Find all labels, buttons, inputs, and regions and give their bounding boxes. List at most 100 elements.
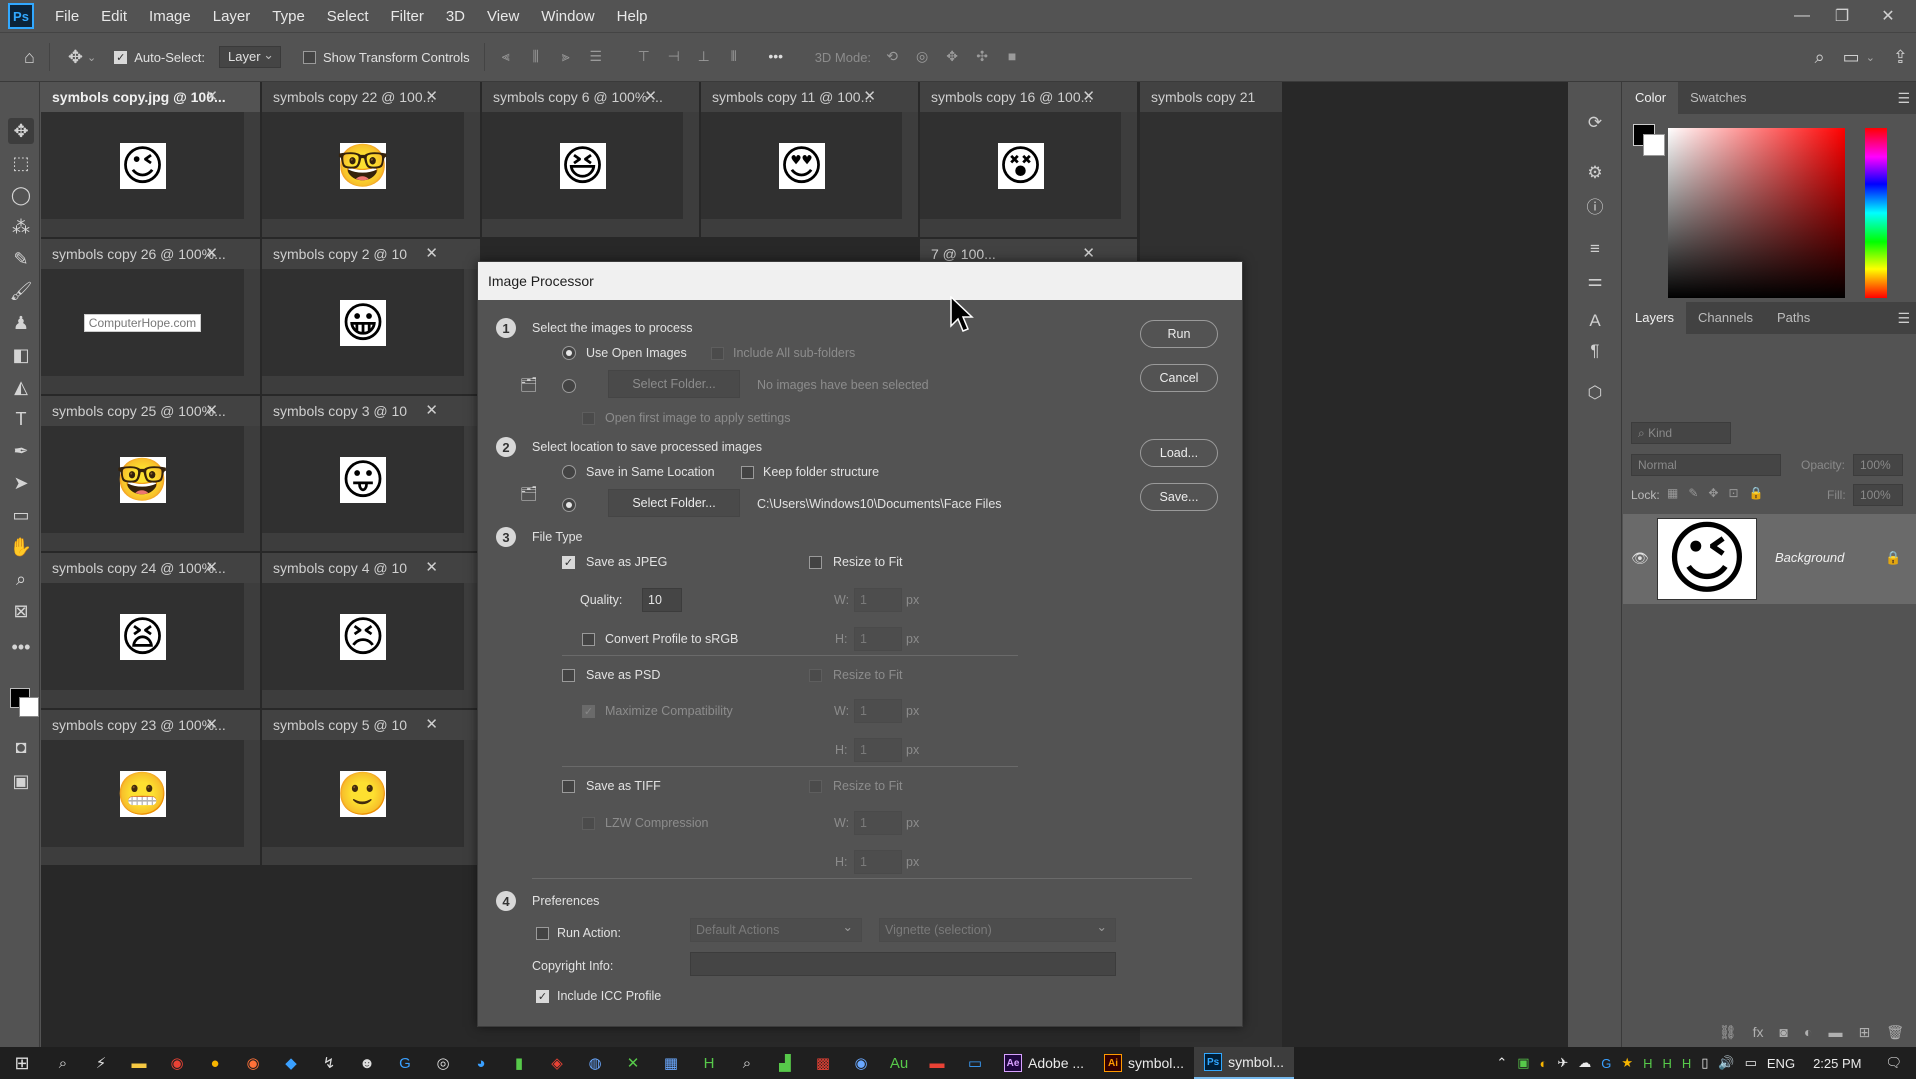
move-tool-icon[interactable]: ✥: [8, 118, 34, 144]
vertical-scrollbar[interactable]: [244, 269, 260, 376]
new-layer-icon[interactable]: ⊞: [1858, 1024, 1870, 1041]
document-tab[interactable]: symbols copy.jpg @ 100... ✕: [41, 82, 260, 112]
close-icon[interactable]: ✕: [1868, 2, 1908, 30]
align-top-icon[interactable]: ⊤: [635, 48, 653, 66]
trash-icon[interactable]: 🗑: [1886, 1024, 1904, 1041]
eye-icon[interactable]: 👁: [1631, 550, 1649, 567]
layer-filter-input[interactable]: ⌕ Kind: [1631, 422, 1731, 444]
jpeg-height-input[interactable]: 1: [854, 627, 902, 651]
chrome-icon[interactable]: ◉: [158, 1047, 196, 1079]
tiff-height-input[interactable]: 1: [854, 850, 902, 874]
document-tab[interactable]: symbols copy 21: [1140, 82, 1282, 112]
app-icon[interactable]: ◈: [538, 1047, 576, 1079]
menu-help[interactable]: Help: [606, 8, 659, 25]
close-tab-icon[interactable]: ✕: [425, 82, 438, 112]
document-window[interactable]: symbols copy 16 @ 100... ✕ 😵: [920, 82, 1137, 237]
3d-orbit-icon[interactable]: ⟲: [883, 48, 901, 66]
restore-icon[interactable]: ❐: [1822, 2, 1862, 30]
document-window[interactable]: symbols copy 4 @ 10 ✕ 😣: [262, 553, 480, 708]
document-window[interactable]: symbols copy 6 @ 100% ... ✕ 😆: [482, 82, 699, 237]
close-tab-icon[interactable]: ✕: [205, 396, 218, 426]
marquee-tool-icon[interactable]: ⬚: [8, 150, 34, 176]
more-options-icon[interactable]: •••: [767, 48, 785, 66]
app-icon[interactable]: ◆: [272, 1047, 310, 1079]
convert-srgb-checkbox[interactable]: [582, 633, 595, 646]
document-tab[interactable]: symbols copy 6 @ 100% ... ✕: [482, 82, 699, 112]
select-folder-source-radio[interactable]: [562, 379, 576, 393]
minimize-icon[interactable]: —: [1782, 2, 1822, 30]
menu-edit[interactable]: Edit: [90, 8, 138, 25]
tray-icon[interactable]: H: [1643, 1056, 1652, 1071]
distribute-icon[interactable]: ☰: [587, 48, 605, 66]
align-middle-icon[interactable]: ⊣: [665, 48, 683, 66]
clock[interactable]: 2:25 PM: [1813, 1056, 1861, 1071]
path-select-icon[interactable]: ➤: [8, 470, 34, 496]
close-tab-icon[interactable]: ✕: [425, 396, 438, 426]
network-icon[interactable]: ▭: [1745, 1055, 1757, 1071]
taskbar-app-ps[interactable]: Ps symbol...: [1194, 1047, 1295, 1079]
document-tab[interactable]: symbols copy 23 @ 100%... ✕: [41, 710, 260, 740]
tiff-width-input[interactable]: 1: [854, 811, 902, 835]
keep-folder-structure-checkbox[interactable]: [741, 466, 754, 479]
tab-layers[interactable]: Layers: [1623, 302, 1687, 334]
tab-channels[interactable]: Channels: [1686, 302, 1765, 334]
horizontal-scrollbar[interactable]: [41, 690, 260, 708]
action-dropdown[interactable]: Vignette (selection): [879, 916, 1116, 942]
vertical-scrollbar[interactable]: [244, 426, 260, 533]
document-window[interactable]: symbols copy 25 @ 100%... ✕ 🤓: [41, 396, 260, 551]
horizontal-scrollbar[interactable]: [41, 219, 260, 237]
app-icon[interactable]: ▟: [766, 1047, 804, 1079]
fx-icon[interactable]: fx: [1753, 1024, 1764, 1040]
app-icon[interactable]: ▩: [804, 1047, 842, 1079]
app-icon[interactable]: G: [386, 1047, 424, 1079]
3d-slide-icon[interactable]: ✣: [973, 48, 991, 66]
document-tab[interactable]: symbols copy 3 @ 10 ✕: [262, 396, 480, 426]
screen-mode-icon[interactable]: ▣: [8, 768, 34, 794]
horizontal-scrollbar[interactable]: [701, 219, 918, 237]
panel-menu-icon[interactable]: ☰: [1897, 90, 1910, 107]
show-transform-checkbox[interactable]: [303, 50, 317, 64]
run-button[interactable]: Run: [1140, 320, 1218, 348]
document-window[interactable]: symbols copy 23 @ 100%... ✕ 😬: [41, 710, 260, 865]
adjustment-layer-icon[interactable]: ◐: [1804, 1024, 1812, 1040]
app-icon[interactable]: ◍: [576, 1047, 614, 1079]
move-tool-icon[interactable]: ✥: [68, 47, 83, 68]
horizontal-scrollbar[interactable]: [262, 533, 480, 551]
close-tab-icon[interactable]: ✕: [205, 82, 218, 112]
horizontal-scrollbar[interactable]: [41, 533, 260, 551]
group-icon[interactable]: ▬: [1828, 1024, 1842, 1040]
document-window[interactable]: symbols copy 3 @ 10 ✕ 😛: [262, 396, 480, 551]
align-center-icon[interactable]: ⫼: [527, 48, 545, 66]
auto-select-checkbox[interactable]: ✓: [114, 50, 128, 64]
pen-tool-icon[interactable]: ✒: [8, 438, 34, 464]
paragraph-icon[interactable]: ¶: [1582, 338, 1608, 364]
layer-row-background[interactable]: 👁 😉 Background 🔒: [1623, 514, 1916, 604]
save-psd-checkbox[interactable]: [562, 669, 575, 682]
zoom-tool-icon[interactable]: ⌕: [8, 566, 34, 592]
taskbar-app-ae[interactable]: Ae Adobe ...: [994, 1047, 1094, 1079]
home-icon[interactable]: ⌂: [24, 47, 35, 68]
horizontal-scrollbar[interactable]: [262, 376, 480, 394]
app-icon[interactable]: ▦: [652, 1047, 690, 1079]
close-tab-icon[interactable]: ✕: [425, 553, 438, 583]
tab-paths[interactable]: Paths: [1765, 302, 1822, 334]
tray-icon[interactable]: ✈: [1557, 1055, 1568, 1071]
document-window[interactable]: symbols copy 2 @ 10 ✕ 😀: [262, 239, 480, 394]
3d-roll-icon[interactable]: ◎: [913, 48, 931, 66]
horizontal-scrollbar[interactable]: [41, 847, 260, 865]
document-window[interactable]: symbols copy 24 @ 100%... ✕ 😫: [41, 553, 260, 708]
include-icc-checkbox[interactable]: ✓: [536, 990, 549, 1003]
eyedropper-icon[interactable]: ✎: [8, 246, 34, 272]
menu-view[interactable]: View: [476, 8, 530, 25]
vertical-scrollbar[interactable]: [683, 112, 699, 219]
chevron-down-icon[interactable]: ⌄: [1866, 51, 1875, 64]
quality-input[interactable]: 10: [642, 588, 682, 612]
document-window[interactable]: symbols copy 11 @ 100... ✕ 😍: [701, 82, 918, 237]
language-indicator[interactable]: ENG: [1767, 1056, 1795, 1071]
opacity-input[interactable]: 100%: [1853, 454, 1903, 476]
menu-filter[interactable]: Filter: [380, 8, 435, 25]
workspace-icon[interactable]: ▭: [1843, 47, 1860, 68]
menu-type[interactable]: Type: [261, 8, 316, 25]
use-open-images-radio[interactable]: [562, 346, 576, 360]
app-icon[interactable]: ↯: [310, 1047, 348, 1079]
